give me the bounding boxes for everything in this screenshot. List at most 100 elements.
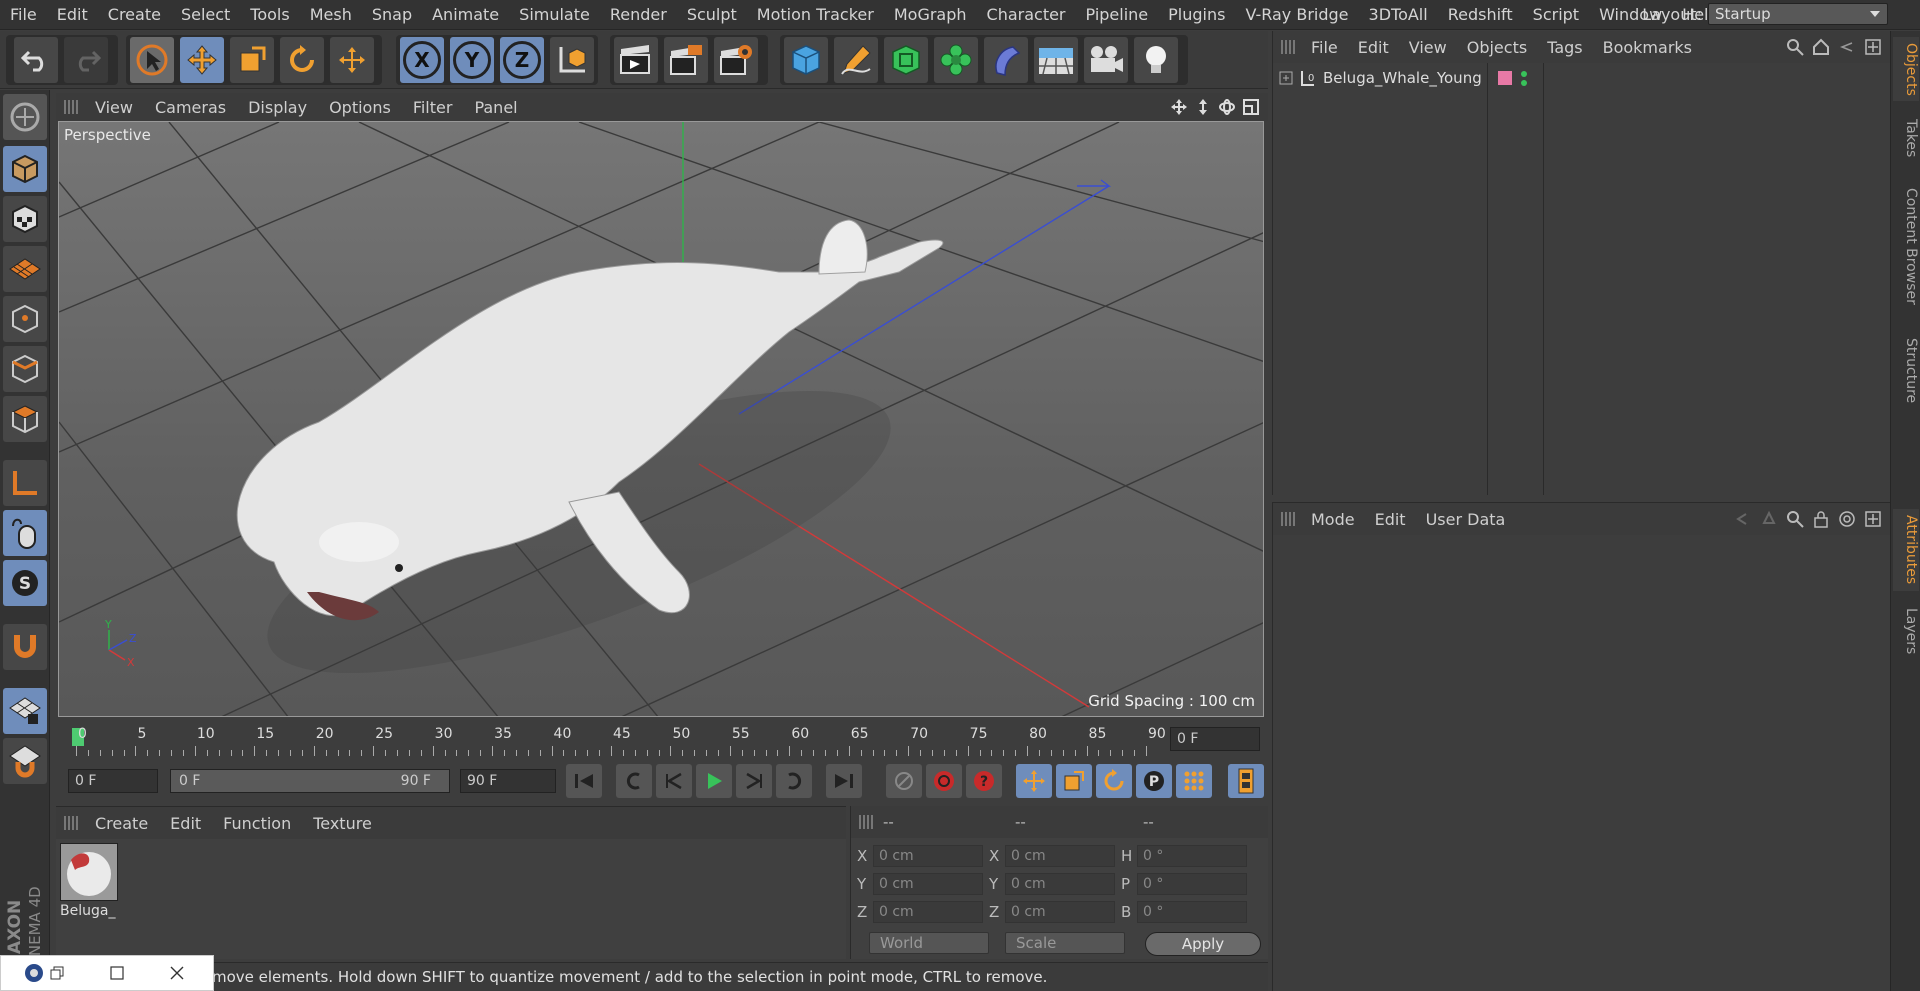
key-position-button[interactable] bbox=[1016, 764, 1052, 798]
coordinate-mode-dropdown[interactable]: World bbox=[869, 932, 989, 954]
scale-tool-button[interactable] bbox=[230, 37, 274, 83]
workplane-mode-button[interactable] bbox=[3, 246, 47, 292]
om-menu-tags[interactable]: Tags bbox=[1537, 38, 1592, 57]
menu-plugins[interactable]: Plugins bbox=[1158, 0, 1235, 30]
x-axis-lock-button[interactable]: X bbox=[400, 37, 444, 83]
texture-mode-button[interactable] bbox=[3, 196, 47, 242]
target-icon[interactable] bbox=[1838, 510, 1856, 528]
position-y-field[interactable]: 0 cm bbox=[873, 873, 983, 895]
menu-pipeline[interactable]: Pipeline bbox=[1076, 0, 1159, 30]
go-to-start-button[interactable] bbox=[566, 764, 602, 798]
menu-select[interactable]: Select bbox=[171, 0, 240, 30]
am-menu-edit[interactable]: Edit bbox=[1365, 510, 1416, 529]
next-key-button[interactable] bbox=[776, 764, 812, 798]
previous-frame-button[interactable] bbox=[656, 764, 692, 798]
menu-redshift[interactable]: Redshift bbox=[1438, 0, 1523, 30]
points-mode-button[interactable] bbox=[3, 296, 47, 342]
timeline-window-button[interactable] bbox=[1228, 764, 1264, 798]
rotation-h-field[interactable]: 0 ° bbox=[1137, 845, 1247, 867]
tab-objects[interactable]: Objects bbox=[1893, 37, 1919, 101]
menu-sculpt[interactable]: Sculpt bbox=[677, 0, 747, 30]
tab-takes[interactable]: Takes bbox=[1893, 113, 1919, 163]
key-parameter-button[interactable]: P bbox=[1136, 764, 1172, 798]
y-axis-lock-button[interactable]: Y bbox=[450, 37, 494, 83]
viewport-menu-cameras[interactable]: Cameras bbox=[144, 98, 237, 117]
object-row-beluga[interactable]: 0 Beluga_Whale_Young bbox=[1279, 69, 1527, 87]
material-menu-texture[interactable]: Texture bbox=[302, 814, 383, 833]
menu-mograph[interactable]: MoGraph bbox=[884, 0, 977, 30]
tab-layers[interactable]: Layers bbox=[1893, 601, 1919, 661]
menu-3dtoall[interactable]: 3DToAll bbox=[1359, 0, 1438, 30]
size-x-field[interactable]: 0 cm bbox=[1005, 845, 1115, 867]
undo-button[interactable] bbox=[14, 37, 58, 83]
size-z-field[interactable]: 0 cm bbox=[1005, 901, 1115, 923]
start-frame-field[interactable]: 0 F bbox=[68, 769, 158, 793]
close-icon[interactable] bbox=[169, 965, 185, 981]
new-panel-icon[interactable] bbox=[1864, 38, 1882, 56]
search-icon[interactable] bbox=[1786, 38, 1804, 56]
expand-icon[interactable] bbox=[1279, 71, 1293, 85]
pan-view-icon[interactable] bbox=[1170, 98, 1188, 116]
model-mode-button[interactable] bbox=[3, 146, 47, 192]
render-picture-viewer-button[interactable] bbox=[664, 37, 708, 83]
beluga-whale-model[interactable] bbox=[236, 219, 944, 717]
size-y-field[interactable]: 0 cm bbox=[1005, 873, 1115, 895]
z-axis-lock-button[interactable]: Z bbox=[500, 37, 544, 83]
tweak-mode-button[interactable] bbox=[3, 510, 47, 556]
snapping-button[interactable] bbox=[3, 624, 47, 670]
key-rotation-button[interactable] bbox=[1096, 764, 1132, 798]
polygons-mode-button[interactable] bbox=[3, 396, 47, 442]
viewport-menu-filter[interactable]: Filter bbox=[402, 98, 464, 117]
key-point-level-button[interactable] bbox=[1176, 764, 1212, 798]
menu-tools[interactable]: Tools bbox=[240, 0, 299, 30]
om-menu-file[interactable]: File bbox=[1301, 38, 1348, 57]
floor-environment-button[interactable] bbox=[1034, 37, 1078, 83]
tab-structure[interactable]: Structure bbox=[1893, 331, 1919, 411]
home-icon[interactable] bbox=[1812, 38, 1830, 56]
material-menu-edit[interactable]: Edit bbox=[159, 814, 212, 833]
layout-dropdown[interactable]: Startup bbox=[1708, 3, 1888, 25]
cube-object-button[interactable] bbox=[784, 37, 828, 83]
position-x-field[interactable]: 0 cm bbox=[873, 845, 983, 867]
current-frame-field[interactable]: 0 F bbox=[1170, 727, 1260, 751]
live-select-button[interactable] bbox=[130, 37, 174, 83]
record-position-button[interactable] bbox=[886, 764, 922, 798]
restore-icon[interactable] bbox=[49, 965, 65, 981]
apply-button[interactable]: Apply bbox=[1145, 932, 1261, 956]
menu-motion-tracker[interactable]: Motion Tracker bbox=[747, 0, 884, 30]
position-z-field[interactable]: 0 cm bbox=[873, 901, 983, 923]
render-settings-button[interactable] bbox=[714, 37, 758, 83]
go-to-end-button[interactable] bbox=[826, 764, 862, 798]
maximize-icon[interactable] bbox=[109, 965, 125, 981]
om-menu-view[interactable]: View bbox=[1399, 38, 1457, 57]
key-scale-button[interactable] bbox=[1056, 764, 1092, 798]
size-mode-dropdown[interactable]: Scale bbox=[1005, 932, 1125, 954]
deformer-button[interactable] bbox=[984, 37, 1028, 83]
render-view-button[interactable] bbox=[614, 37, 658, 83]
menu-mesh[interactable]: Mesh bbox=[300, 0, 362, 30]
cloner-button[interactable] bbox=[934, 37, 978, 83]
menu-character[interactable]: Character bbox=[977, 0, 1076, 30]
material-menu-create[interactable]: Create bbox=[84, 814, 159, 833]
search-icon[interactable] bbox=[1786, 510, 1804, 528]
workplane-snap-button[interactable] bbox=[3, 738, 47, 784]
solo-mode-button[interactable]: S bbox=[3, 560, 47, 606]
keyframe-selection-button[interactable]: ? bbox=[966, 764, 1002, 798]
light-button[interactable] bbox=[1134, 37, 1178, 83]
menu-script[interactable]: Script bbox=[1523, 0, 1589, 30]
workplane-lock-button[interactable] bbox=[3, 688, 47, 734]
zoom-view-icon[interactable] bbox=[1194, 98, 1212, 116]
om-menu-bookmarks[interactable]: Bookmarks bbox=[1593, 38, 1702, 57]
rotate-tool-button[interactable] bbox=[280, 37, 324, 83]
menu-render[interactable]: Render bbox=[600, 0, 677, 30]
next-frame-button[interactable] bbox=[736, 764, 772, 798]
rotation-p-field[interactable]: 0 ° bbox=[1137, 873, 1247, 895]
transform-tool-button[interactable] bbox=[330, 37, 374, 83]
viewport-menu-options[interactable]: Options bbox=[318, 98, 402, 117]
menu-edit[interactable]: Edit bbox=[47, 0, 98, 30]
edges-mode-button[interactable] bbox=[3, 346, 47, 392]
previous-key-button[interactable] bbox=[616, 764, 652, 798]
rotate-view-icon[interactable] bbox=[1218, 98, 1236, 116]
subdivision-surface-button[interactable] bbox=[884, 37, 928, 83]
move-tool-button[interactable] bbox=[180, 37, 224, 83]
